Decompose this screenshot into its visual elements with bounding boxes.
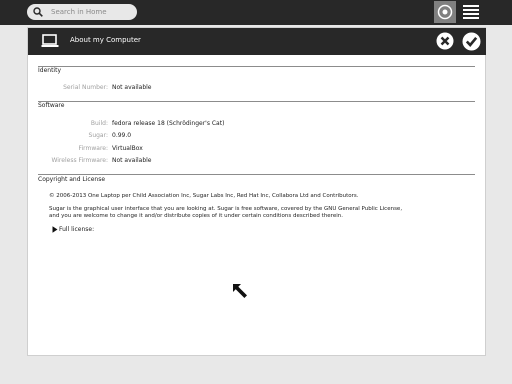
- wireless-firmware-value: Not available: [112, 157, 152, 164]
- build-label: Build:: [90, 120, 108, 127]
- license-divider: [38, 174, 475, 175]
- identity-divider: [38, 66, 475, 67]
- license-text-line-2: and you are welcome to change it and/or …: [49, 213, 343, 219]
- sugar-label: Sugar:: [88, 132, 108, 139]
- serial-number-label: Serial Number:: [63, 84, 108, 91]
- list-view-icon: [463, 5, 479, 7]
- top-toolbar: Search in Home: [0, 0, 512, 25]
- ok-button[interactable]: [462, 32, 481, 51]
- search-placeholder: Search in Home: [51, 8, 107, 16]
- identity-heading: Identity: [38, 67, 61, 74]
- copyright-text: © 2006-2013 One Laptop per Child Associa…: [49, 193, 359, 199]
- cancel-button[interactable]: [436, 32, 454, 50]
- full-license-expander[interactable]: Full license:: [59, 226, 94, 233]
- home-view-icon: [437, 4, 453, 20]
- list-view-icon: [463, 13, 479, 15]
- list-view-icon: [463, 17, 479, 19]
- license-heading: Copyright and License: [38, 176, 106, 183]
- search-icon: [33, 7, 43, 17]
- dialog-title: About my Computer: [70, 36, 141, 44]
- firmware-value: VirtualBox: [112, 145, 143, 152]
- serial-number-value: Not available: [112, 84, 152, 91]
- software-heading: Software: [38, 102, 65, 109]
- about-computer-panel: About my Computer Identity Serial Number…: [27, 27, 486, 356]
- list-view-icon: [463, 9, 479, 11]
- sugar-value: 0.99.0: [112, 132, 132, 139]
- wireless-firmware-label: Wireless Firmware:: [51, 157, 108, 164]
- dialog-titlebar: About my Computer: [28, 28, 486, 55]
- home-view-button[interactable]: [434, 1, 456, 23]
- cursor-icon: [233, 284, 247, 298]
- expander-arrow-icon[interactable]: [52, 226, 58, 233]
- search-input[interactable]: Search in Home: [27, 4, 137, 20]
- build-value: fedora release 18 (Schrödinger's Cat): [112, 120, 225, 127]
- computer-icon: [41, 34, 59, 47]
- list-view-button[interactable]: [461, 3, 481, 21]
- firmware-label: Firmware:: [78, 145, 108, 152]
- software-divider: [38, 101, 475, 102]
- license-text-line-1: Sugar is the graphical user interface th…: [49, 206, 403, 212]
